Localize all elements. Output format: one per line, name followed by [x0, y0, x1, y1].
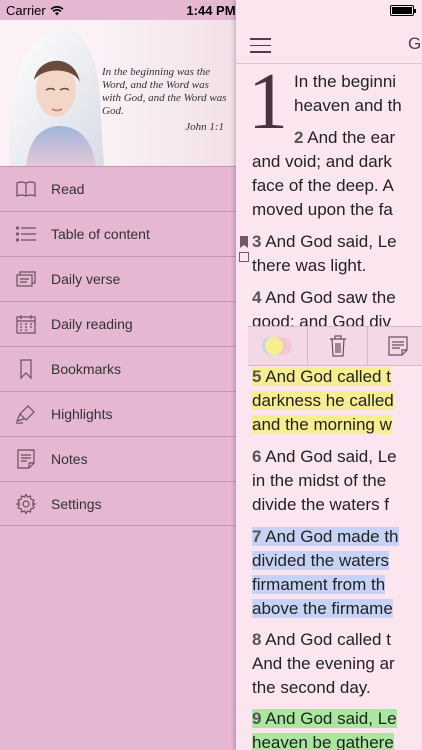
- verse-line-text: darkness he called: [252, 391, 394, 410]
- verse-line[interactable]: in the midst of the: [252, 469, 386, 493]
- verse-line-text: firmament from th: [252, 575, 386, 594]
- verse-line-text: And God called t: [261, 367, 391, 386]
- verse-line[interactable]: darkness he called: [252, 389, 394, 413]
- sidebar: In the beginning was the Word, and the W…: [0, 0, 236, 750]
- verse-line[interactable]: there was light.: [252, 254, 366, 278]
- list-icon: [14, 222, 38, 246]
- sidebar-item-label: Table of content: [51, 226, 150, 242]
- note-marker-icon[interactable]: [239, 252, 249, 262]
- verse-line-text: there was light.: [252, 256, 367, 275]
- verse-line-text: And the ear: [303, 128, 396, 147]
- sidebar-item-bookmarks[interactable]: Bookmarks: [0, 346, 236, 391]
- verse-line-text: and the morning w: [252, 415, 392, 434]
- battery-icon: [390, 5, 416, 16]
- verse-line[interactable]: divide the waters f: [252, 493, 389, 517]
- verse-line[interactable]: above the firmame: [252, 597, 393, 621]
- status-time: 1:44 PM: [186, 3, 236, 18]
- sidebar-item-label: Bookmarks: [51, 361, 122, 377]
- verse-line-text: above the firmame: [252, 599, 393, 618]
- sidebar-item-notes[interactable]: Notes: [0, 436, 236, 481]
- add-note-button[interactable]: [368, 327, 422, 365]
- verse-line-text: moved upon the fa: [252, 200, 393, 219]
- verse-line-text: face of the deep. A: [252, 176, 394, 195]
- verse-line[interactable]: 6 And God said, Le: [252, 445, 397, 469]
- verse-line[interactable]: 7 And God made th: [252, 525, 399, 549]
- book-open-icon: [14, 177, 38, 201]
- verse-line[interactable]: 8 And God called t: [252, 628, 391, 652]
- verse-line[interactable]: 3 And God said, Le: [252, 230, 397, 254]
- sidebar-item-label: Settings: [51, 495, 102, 512]
- reader-panel: G 1 In the beginni heaven and th 2 And the…: [236, 0, 422, 750]
- verse-line[interactable]: heaven and th: [294, 94, 402, 118]
- sidebar-item-label: Highlights: [51, 406, 113, 422]
- header-quote: In the beginning was the Word, and the W…: [102, 66, 227, 117]
- verse-line-text: in the midst of the: [252, 471, 387, 490]
- verse-line-text: And God saw the: [261, 288, 396, 307]
- sidebar-item-read[interactable]: Read: [0, 166, 236, 211]
- verse-line-text: divided the waters: [252, 551, 390, 570]
- trash-icon: [329, 335, 346, 357]
- verse-line[interactable]: and void; and dark: [252, 150, 392, 174]
- header-quote-reference: John 1:1: [185, 121, 224, 133]
- verse-line[interactable]: the second day.: [252, 676, 371, 700]
- sidebar-item-table-of-content[interactable]: Table of content: [0, 211, 236, 256]
- virgin-mary-image: [0, 20, 104, 166]
- verse-line[interactable]: 2 And the ear: [294, 126, 395, 150]
- sidebar-item-label: Notes: [51, 451, 88, 467]
- verse-line-text: And God made th: [261, 527, 399, 546]
- color-palette-icon: [261, 337, 292, 355]
- verse-line[interactable]: 4 And God saw the: [252, 286, 396, 310]
- sidebar-item-settings[interactable]: Settings: [0, 481, 236, 526]
- verse-line[interactable]: 5 And God called t: [252, 365, 391, 389]
- verse-line-text: And God said, Le: [261, 447, 397, 466]
- sidebar-item-label: Daily reading: [51, 316, 133, 332]
- note-icon: [387, 336, 408, 356]
- calendar-icon: [14, 312, 38, 336]
- verse-line-text: divide the waters f: [252, 495, 390, 514]
- verse-line[interactable]: heaven be gathere: [252, 731, 394, 750]
- sidebar-item-label: Daily verse: [51, 271, 121, 287]
- highlight-color-button[interactable]: [248, 327, 308, 365]
- verse-line-text: And God said, Le: [261, 709, 397, 728]
- verse-line-text: And God called t: [261, 630, 391, 649]
- nav-title: G: [408, 34, 422, 53]
- verse-line[interactable]: and the morning w: [252, 413, 392, 437]
- bookmark-icon: [14, 357, 38, 381]
- highlighter-icon: [14, 402, 38, 426]
- verse-line-text: And God said, Le: [261, 232, 397, 251]
- verse-line[interactable]: divided the waters: [252, 549, 390, 573]
- verse-line[interactable]: 9 And God said, Le: [252, 707, 397, 731]
- sidebar-item-daily-verse[interactable]: Daily verse: [0, 256, 236, 301]
- sidebar-item-label: Read: [51, 181, 85, 197]
- bookmark-marker-icon[interactable]: [240, 236, 248, 248]
- verse-line[interactable]: In the beginni: [294, 70, 396, 94]
- verse-line-text: heaven be gathere: [252, 733, 394, 750]
- verse-line[interactable]: And the evening ar: [252, 652, 395, 676]
- verse-line-text: and void; and dark: [252, 152, 392, 171]
- hamburger-menu-icon[interactable]: [250, 38, 271, 53]
- verse-line-text: the second day.: [252, 678, 371, 697]
- note-icon: [14, 447, 38, 471]
- delete-highlight-button[interactable]: [308, 327, 368, 365]
- verse-line-text: heaven and th: [294, 96, 402, 115]
- verse-line-text: In the beginni: [294, 72, 397, 91]
- status-bar: Carrier 1:44 PM: [0, 0, 422, 20]
- gear-icon: [14, 492, 38, 516]
- verse-line-text: And the evening ar: [252, 654, 395, 673]
- sidebar-item-highlights[interactable]: Highlights: [0, 391, 236, 436]
- chapter-number: 1: [248, 58, 288, 146]
- cards-icon: [14, 267, 38, 291]
- sidebar-header: In the beginning was the Word, and the W…: [0, 20, 236, 166]
- verse-line[interactable]: face of the deep. A: [252, 174, 394, 198]
- sidebar-item-daily-reading[interactable]: Daily reading: [0, 301, 236, 346]
- selection-toolbar: [248, 326, 422, 366]
- verse-line[interactable]: firmament from th: [252, 573, 386, 597]
- sidebar-menu: Read Table of content Daily verse Daily …: [0, 166, 236, 526]
- verse-line[interactable]: moved upon the fa: [252, 198, 393, 222]
